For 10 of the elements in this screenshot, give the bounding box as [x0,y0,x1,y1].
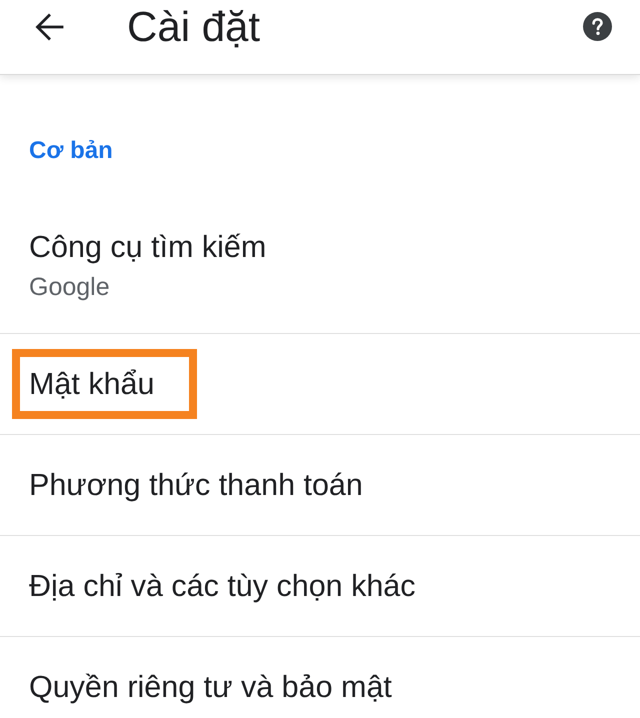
help-icon[interactable] [583,12,612,41]
section-heading: Cơ bản [29,137,113,165]
setting-label[interactable]: Công cụ tìm kiếm [29,229,266,265]
back-arrow-icon[interactable] [35,12,64,40]
page-title: Cài đặt [127,2,260,50]
setting-label[interactable]: Quyền riêng tư và bảo mật [29,669,392,705]
setting-label[interactable]: Phương thức thanh toán [29,467,363,503]
setting-value: Google [29,273,110,301]
setting-label[interactable]: Mật khẩu [29,366,154,402]
setting-label[interactable]: Địa chỉ và các tùy chọn khác [29,568,416,604]
